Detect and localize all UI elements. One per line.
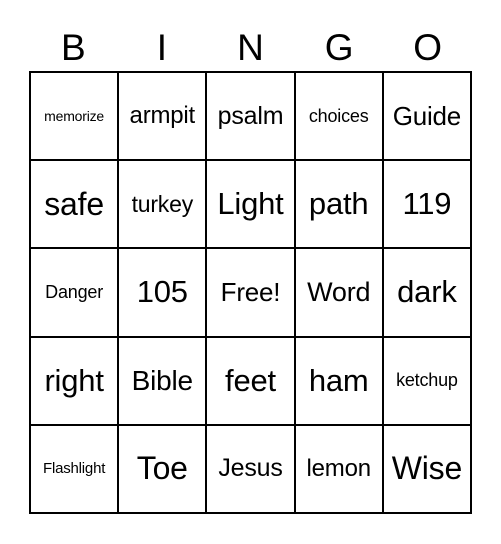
bingo-cell[interactable]: Jesus — [206, 424, 295, 513]
bingo-cell[interactable]: Guide — [382, 72, 471, 161]
bingo-cell[interactable]: Flashlight — [30, 424, 119, 513]
bingo-cell[interactable]: dark — [382, 248, 471, 337]
header-letter-b: B — [60, 27, 86, 68]
header-letter-o: O — [413, 27, 443, 68]
bingo-cell[interactable]: choices — [294, 72, 383, 161]
bingo-cell[interactable]: 105 — [118, 248, 207, 337]
bingo-cell[interactable]: psalm — [206, 72, 295, 161]
bingo-cell[interactable]: path — [294, 160, 383, 249]
header-letter-g: G — [324, 27, 354, 68]
bingo-cell[interactable]: Light — [206, 160, 295, 249]
header-letter-n: N — [237, 27, 264, 68]
bingo-cell[interactable]: Danger — [30, 248, 119, 337]
bingo-cell[interactable]: Wise — [382, 424, 471, 513]
bingo-cell[interactable]: turkey — [118, 160, 207, 249]
bingo-cell[interactable]: right — [30, 336, 119, 425]
bingo-cell[interactable]: feet — [206, 336, 295, 425]
bingo-cell[interactable]: ham — [294, 336, 383, 425]
bingo-cell[interactable]: safe — [30, 160, 119, 249]
bingo-cell[interactable]: Bible — [118, 336, 207, 425]
bingo-cell[interactable]: armpit — [118, 72, 207, 161]
bingo-cell[interactable]: Toe — [118, 424, 207, 513]
bingo-cell[interactable]: ketchup — [382, 336, 471, 425]
bingo-grid: memorize armpit psalm choices Guide safe turke… — [29, 71, 472, 514]
bingo-header: B I N G O — [29, 26, 472, 70]
header-letter-i: I — [156, 27, 168, 68]
bingo-cell[interactable]: Free! — [206, 248, 295, 337]
bingo-cell[interactable]: Word — [294, 248, 383, 337]
bingo-cell[interactable]: 119 — [382, 160, 471, 249]
bingo-cell[interactable]: memorize — [30, 72, 119, 161]
bingo-cell[interactable]: lemon — [294, 424, 383, 513]
